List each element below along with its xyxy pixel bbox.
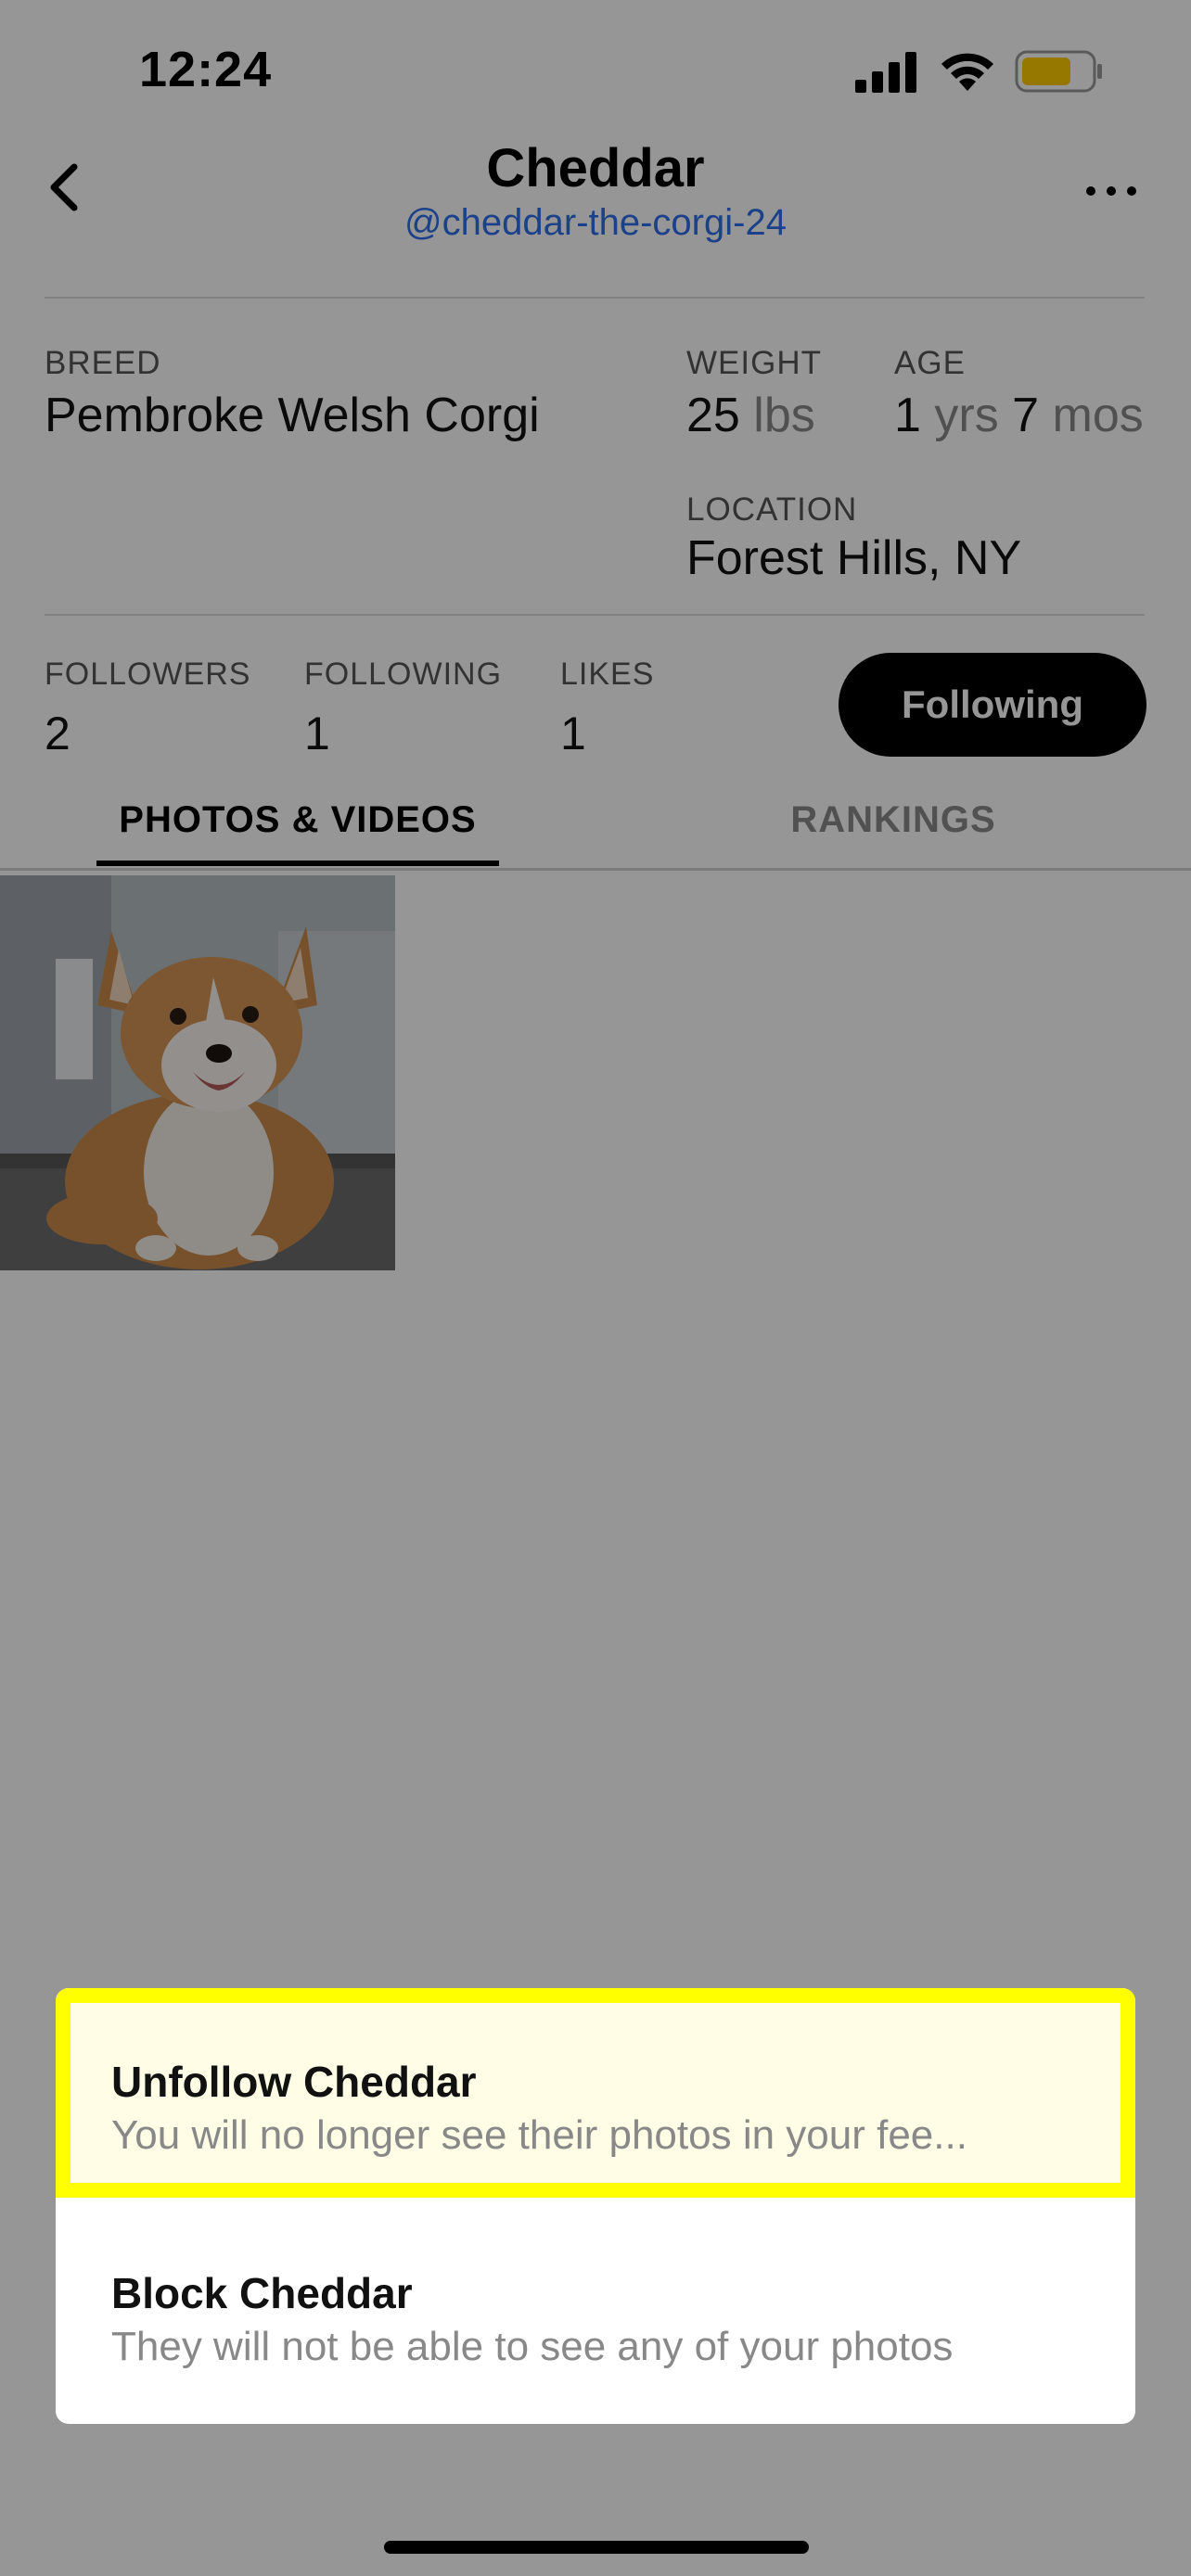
unfollow-subtitle: You will no longer see their photos in y… bbox=[111, 2112, 967, 2158]
unfollow-option[interactable]: Unfollow Cheddar You will no longer see … bbox=[56, 1988, 1135, 2198]
unfollow-title: Unfollow Cheddar bbox=[111, 2058, 477, 2106]
block-title: Block Cheddar bbox=[111, 2269, 413, 2317]
action-sheet: Unfollow Cheddar You will no longer see … bbox=[56, 1988, 1135, 2424]
block-subtitle: They will not be able to see any of your… bbox=[111, 2324, 954, 2369]
block-option[interactable]: Block Cheddar They will not be able to s… bbox=[56, 2198, 1135, 2424]
